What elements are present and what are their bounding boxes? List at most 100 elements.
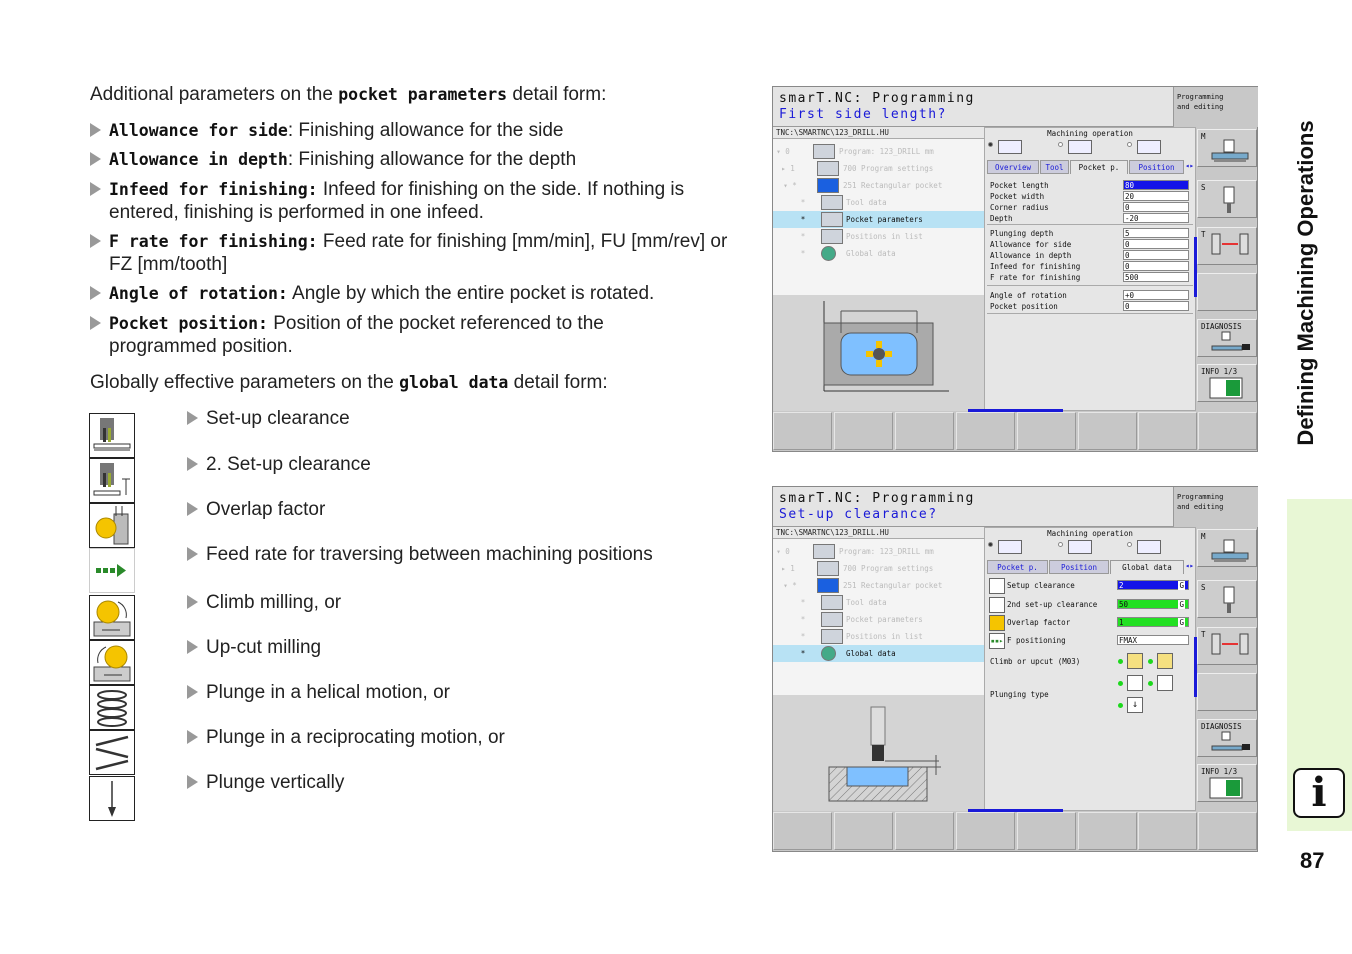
chapter-title: Defining Machining Operations: [1282, 95, 1330, 470]
bullet-triangle-icon: [187, 640, 198, 654]
global-item-text: Plunge in a reciprocating motion, or: [206, 727, 505, 748]
param-input[interactable]: 20: [1123, 191, 1189, 201]
detail-form: Machining operation Pocket p. Position G…: [984, 527, 1196, 811]
softkey-empty[interactable]: [1197, 273, 1257, 311]
tab-overview[interactable]: Overview: [987, 160, 1039, 174]
radio-roughing[interactable]: [1058, 542, 1063, 547]
radio-helical[interactable]: [1118, 681, 1123, 686]
radio-reciprocating[interactable]: [1148, 681, 1153, 686]
tree-item[interactable]: ▾ * 251 Rectangular pocket: [773, 177, 984, 194]
tree-label: 700 Program settings: [843, 564, 934, 573]
radio-climb[interactable]: [1118, 659, 1123, 664]
tab-tool[interactable]: Tool: [1040, 160, 1069, 174]
upcut-milling-icon[interactable]: [1157, 653, 1173, 669]
tree-item[interactable]: ▾ * 251 Rectangular pocket: [773, 577, 984, 594]
softkey-bottom[interactable]: [895, 412, 954, 450]
param-input[interactable]: 500: [1123, 272, 1189, 282]
param-input[interactable]: +0: [1123, 290, 1189, 300]
softkey-diagnosis[interactable]: DIAGNOSIS: [1197, 719, 1257, 757]
softkey-bottom[interactable]: [1078, 812, 1137, 850]
radio-roughing-finishing[interactable]: [988, 542, 993, 547]
softkey-bottom[interactable]: [895, 812, 954, 850]
machine-icon: [1211, 539, 1249, 562]
tab-scroll-icon[interactable]: ◂▸: [1185, 561, 1194, 570]
radio-roughing-finishing[interactable]: [988, 142, 993, 147]
softkey-bottom[interactable]: [834, 812, 893, 850]
softkey-empty[interactable]: [1197, 673, 1257, 711]
global-flag: G: [1178, 581, 1185, 590]
global-item: 2. Set-up clearance: [187, 453, 371, 476]
tab-pocket-parameters[interactable]: Pocket p.: [1070, 160, 1128, 174]
param-second-setup-clearance: 2nd set-up clearance 50 G: [987, 597, 1193, 615]
param-input[interactable]: 2G: [1117, 580, 1189, 590]
tree-item[interactable]: * Positions in list: [773, 628, 984, 645]
softkey-bottom[interactable]: [956, 412, 1015, 450]
tab-global-data[interactable]: Global data: [1110, 560, 1184, 574]
tree-item[interactable]: * Pocket parameters: [773, 611, 984, 628]
tree-item-selected[interactable]: * Global data: [773, 645, 984, 662]
softkey-bottom[interactable]: [956, 812, 1015, 850]
softkey-info[interactable]: INFO 1/3: [1197, 364, 1257, 402]
tree-item[interactable]: ▾ 0 Program: 123_DRILL mm: [773, 543, 984, 560]
tree-label: Positions in list: [846, 232, 923, 241]
param-input[interactable]: 0: [1123, 301, 1189, 311]
feed-rate-traverse-icon: [89, 548, 135, 593]
tree-marker: ▸ 1: [781, 164, 795, 173]
softkey-bottom[interactable]: [773, 812, 832, 850]
global-item: Overlap factor: [187, 498, 325, 521]
tree-label: 700 Program settings: [843, 164, 934, 173]
param-input[interactable]: 0: [1123, 239, 1189, 249]
tree-item[interactable]: * Tool data: [773, 594, 984, 611]
finishing-icon: [1137, 540, 1161, 554]
param-input[interactable]: 0: [1123, 202, 1189, 212]
tab-position[interactable]: Position: [1129, 160, 1184, 174]
radio-finishing[interactable]: [1127, 142, 1132, 147]
param-input[interactable]: FMAX: [1117, 635, 1189, 645]
radio-vertical[interactable]: [1118, 703, 1123, 708]
vertical-plunge-icon[interactable]: ↓: [1127, 697, 1143, 713]
param-input[interactable]: 5: [1123, 228, 1189, 238]
tab-scroll-icon[interactable]: ◂▸: [1185, 161, 1194, 170]
softkey-bottom[interactable]: [1138, 412, 1197, 450]
setup-clearance-icon: [89, 413, 135, 458]
softkey-bottom[interactable]: [1198, 412, 1257, 450]
softkey-m[interactable]: M: [1197, 129, 1257, 167]
softkey-bottom[interactable]: [773, 412, 832, 450]
tab-pocket-parameters[interactable]: Pocket p.: [987, 560, 1048, 574]
tree-item[interactable]: * Global data: [773, 245, 984, 262]
radio-finishing[interactable]: [1127, 542, 1132, 547]
softkey-bottom[interactable]: [1138, 812, 1197, 850]
tree-item[interactable]: * Tool data: [773, 194, 984, 211]
softkey-t[interactable]: T: [1197, 227, 1257, 265]
radio-upcut[interactable]: [1148, 659, 1153, 664]
softkey-info[interactable]: INFO 1/3: [1197, 764, 1257, 802]
softkey-bottom[interactable]: [1017, 812, 1076, 850]
softkey-s[interactable]: S: [1197, 580, 1257, 618]
param-input[interactable]: 80: [1123, 180, 1189, 190]
tree-item[interactable]: * Positions in list: [773, 228, 984, 245]
softkey-bottom[interactable]: [1078, 412, 1137, 450]
tree-item[interactable]: ▸ 1 700 Program settings: [773, 560, 984, 577]
param-input[interactable]: 1G: [1117, 617, 1189, 627]
mode-line: and editing: [1177, 503, 1224, 511]
climb-milling-icon[interactable]: [1127, 653, 1143, 669]
tree-item-selected[interactable]: * Pocket parameters: [773, 211, 984, 228]
param-input[interactable]: 50 G: [1117, 599, 1189, 609]
tree-item[interactable]: ▸ 1 700 Program settings: [773, 160, 984, 177]
param-group: Angle of rotation +0 Pocket position 0: [987, 288, 1193, 314]
softkey-diagnosis[interactable]: DIAGNOSIS: [1197, 319, 1257, 357]
tree-item[interactable]: ▾ 0 Program: 123_DRILL mm: [773, 143, 984, 160]
softkey-bottom[interactable]: [834, 412, 893, 450]
softkey-m[interactable]: M: [1197, 529, 1257, 567]
global-text-end: detail form:: [508, 372, 608, 393]
softkey-s[interactable]: S: [1197, 180, 1257, 218]
softkey-bottom[interactable]: [1017, 412, 1076, 450]
tab-position[interactable]: Position: [1049, 560, 1109, 574]
param-input[interactable]: 0: [1123, 250, 1189, 260]
radio-roughing[interactable]: [1058, 142, 1063, 147]
softkey-bottom[interactable]: [1198, 812, 1257, 850]
softkey-t[interactable]: T: [1197, 627, 1257, 665]
param-input[interactable]: -20: [1123, 213, 1189, 223]
param-input[interactable]: 0: [1123, 261, 1189, 271]
roughing-finishing-icon: [998, 140, 1022, 154]
